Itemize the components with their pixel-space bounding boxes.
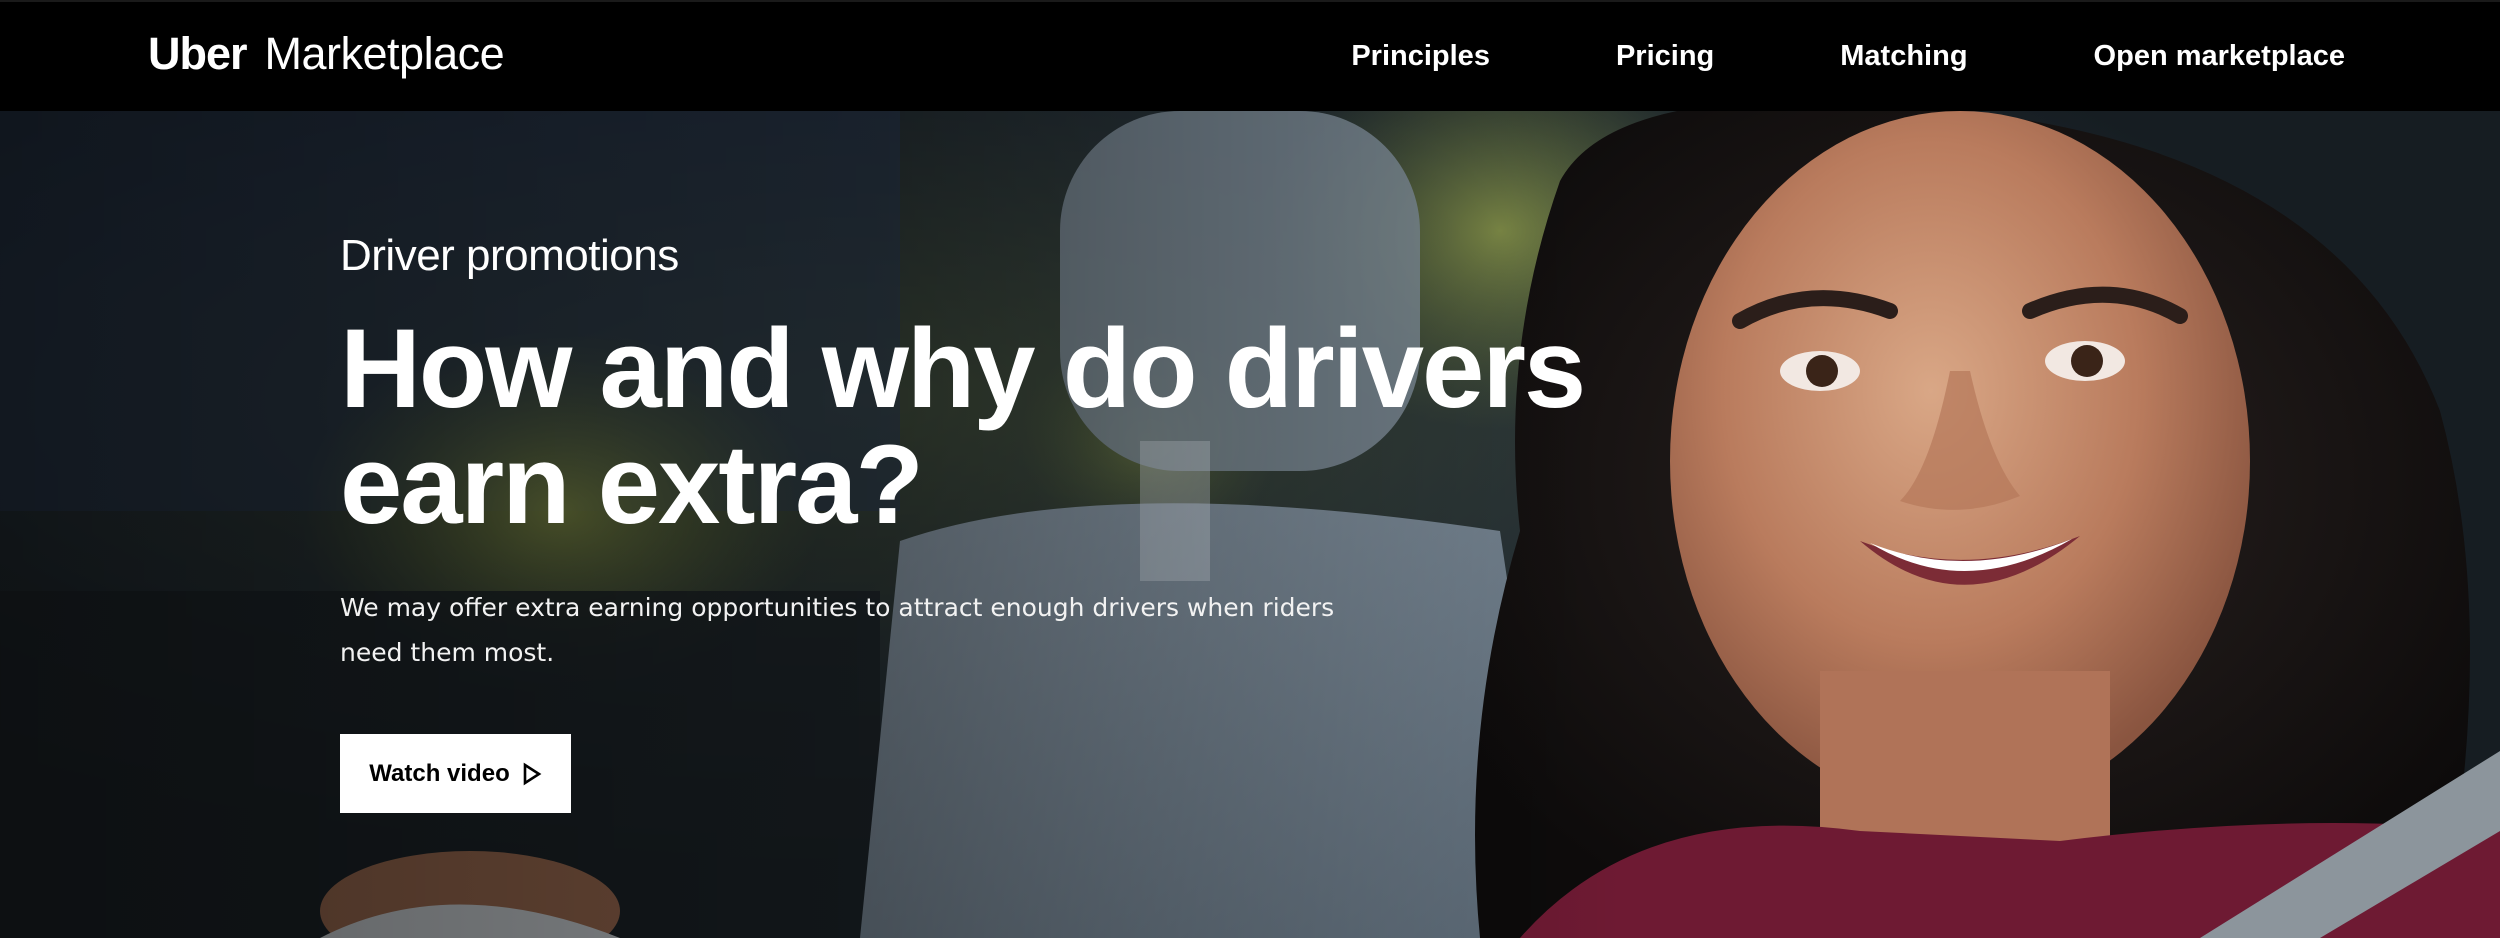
hero-description: We may offer extra earning opportunities…: [340, 593, 1335, 667]
nav-link-pricing[interactable]: Pricing: [1616, 40, 1714, 73]
nav-link-principles[interactable]: Principles: [1351, 40, 1490, 73]
hero-section: Driver promotions How and why do drivers…: [0, 111, 2500, 938]
page: Uber Marketplace Principles Pricing Matc…: [0, 0, 2500, 942]
watch-video-label: Watch video: [369, 759, 510, 787]
main-nav: Principles Pricing Matching Open marketp…: [1225, 2, 2345, 111]
play-icon: [523, 762, 542, 785]
watch-video-button[interactable]: Watch video: [340, 734, 571, 813]
hero-headline: How and why do drivers earn extra?: [340, 306, 1586, 547]
page-bottom-edge: [0, 938, 2500, 942]
logo-product-text: Marketplace: [264, 28, 505, 79]
nav-link-open-marketplace[interactable]: Open marketplace: [2094, 40, 2345, 73]
logo-brand-text: Uber: [148, 28, 248, 79]
hero-content: Driver promotions How and why do drivers…: [340, 231, 1740, 675]
hero-eyebrow: Driver promotions: [340, 231, 679, 280]
uber-marketplace-logo[interactable]: Uber Marketplace: [148, 24, 505, 84]
nav-link-matching[interactable]: Matching: [1840, 40, 1967, 73]
top-nav-bar: Uber Marketplace Principles Pricing Matc…: [0, 0, 2500, 111]
